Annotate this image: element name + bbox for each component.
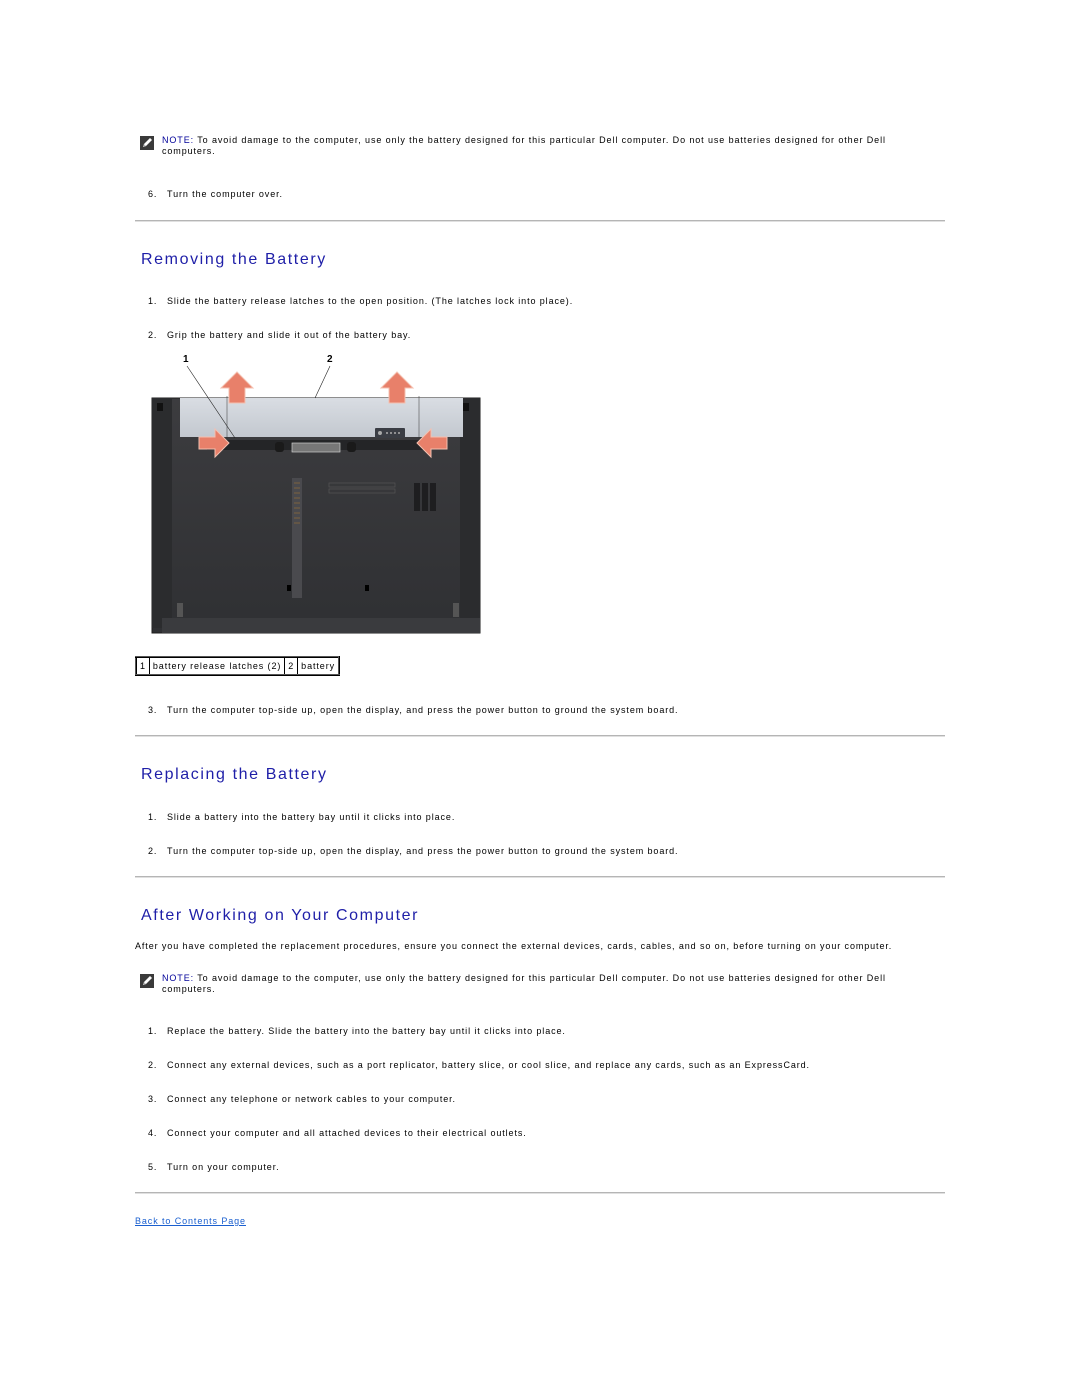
- note-pencil-icon: [140, 974, 154, 988]
- step-text: Connect any external devices, such as a …: [167, 1060, 810, 1070]
- step-text: Grip the battery and slide it out of the…: [167, 330, 412, 340]
- step-number: 2.: [148, 1060, 158, 1070]
- step-text: Replace the battery. Slide the battery i…: [167, 1026, 566, 1036]
- after-intro-paragraph: After you have completed the replacement…: [135, 941, 893, 951]
- back-to-contents-link[interactable]: Back to Contents Page: [135, 1216, 246, 1227]
- callout-label: battery: [297, 656, 340, 676]
- step-number: 1.: [148, 1026, 158, 1036]
- list-item: 2. Connect any external devices, such as…: [148, 1060, 810, 1071]
- step-text: Turn the computer top-side up, open the …: [167, 705, 679, 715]
- note-block: NOTE: To avoid damage to the computer, u…: [140, 135, 940, 157]
- callout-number-1: 1: [183, 354, 189, 365]
- callout-num: 1: [135, 656, 150, 676]
- battery-connector: [291, 442, 341, 453]
- step-text: Connect your computer and all attached d…: [167, 1128, 527, 1138]
- note-label: NOTE:: [162, 973, 195, 983]
- step-number: 3.: [148, 705, 158, 715]
- step-number: 1.: [148, 812, 158, 822]
- step-number: 3.: [148, 1094, 158, 1104]
- callout-table: 1 battery release latches (2) 2 battery: [135, 656, 340, 676]
- section-heading-removing: Removing the Battery: [141, 251, 327, 268]
- step-text: Turn on your computer.: [167, 1162, 280, 1172]
- divider: [135, 876, 945, 878]
- divider: [135, 220, 945, 222]
- callout-number-2: 2: [327, 354, 333, 365]
- note-text: NOTE: To avoid damage to the computer, u…: [162, 135, 940, 157]
- step-number: 2.: [148, 846, 158, 856]
- step-number: 2.: [148, 330, 158, 340]
- callout-row: 1 battery release latches (2) 2 battery: [135, 656, 340, 676]
- step-number: 4.: [148, 1128, 158, 1138]
- battery: [180, 398, 463, 437]
- list-item: 5. Turn on your computer.: [148, 1162, 280, 1173]
- list-item: 3. Turn the computer top-side up, open t…: [148, 705, 678, 716]
- battery-removal-figure: 1 2: [151, 354, 481, 634]
- step-number: 5.: [148, 1162, 158, 1172]
- step-text: Turn the computer over.: [167, 189, 283, 199]
- divider: [135, 1192, 945, 1194]
- step-number: 6.: [148, 189, 158, 199]
- divider: [135, 735, 945, 737]
- list-item: 4. Connect your computer and all attache…: [148, 1128, 527, 1139]
- list-item: 2. Grip the battery and slide it out of …: [148, 330, 411, 341]
- section-heading-after: After Working on Your Computer: [141, 907, 420, 924]
- list-item: 3. Connect any telephone or network cabl…: [148, 1094, 456, 1105]
- note-pencil-icon: [140, 136, 154, 150]
- leader-line: [314, 365, 331, 399]
- note-body: To avoid damage to the computer, use onl…: [162, 135, 886, 156]
- callout-label: battery release latches (2): [148, 656, 286, 676]
- note-body: To avoid damage to the computer, use onl…: [162, 973, 886, 994]
- note-block: NOTE: To avoid damage to the computer, u…: [140, 973, 940, 995]
- note-text: NOTE: To avoid damage to the computer, u…: [162, 973, 940, 995]
- step-number: 1.: [148, 296, 158, 306]
- list-item: 2. Turn the computer top-side up, open t…: [148, 846, 678, 857]
- list-item: 1. Slide the battery release latches to …: [148, 296, 573, 307]
- step-text: Turn the computer top-side up, open the …: [167, 846, 679, 856]
- section-heading-replacing: Replacing the Battery: [141, 766, 328, 783]
- list-item: 6. Turn the computer over.: [148, 189, 283, 200]
- callout-num: 2: [284, 656, 299, 676]
- list-item: 1. Replace the battery. Slide the batter…: [148, 1026, 566, 1037]
- step-text: Connect any telephone or network cables …: [167, 1094, 456, 1104]
- note-label: NOTE:: [162, 135, 195, 145]
- step-text: Slide the battery release latches to the…: [167, 296, 574, 306]
- list-item: 1. Slide a battery into the battery bay …: [148, 812, 455, 823]
- step-text: Slide a battery into the battery bay unt…: [167, 812, 456, 822]
